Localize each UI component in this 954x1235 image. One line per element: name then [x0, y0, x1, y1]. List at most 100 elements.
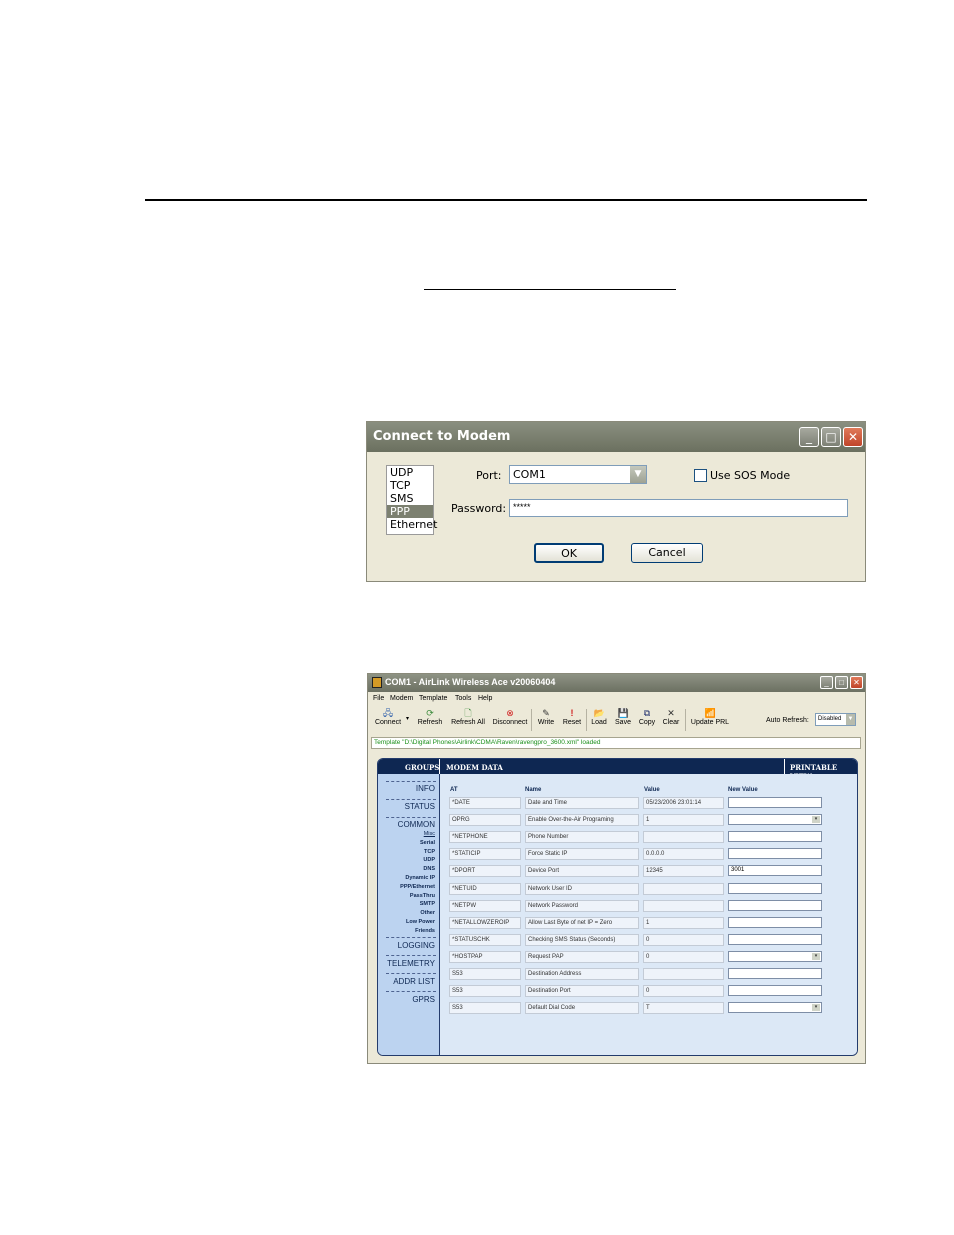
new-value-input[interactable]	[728, 985, 822, 996]
auto-refresh-select[interactable]: Disabled ▼	[815, 713, 856, 726]
sos-mode-checkbox[interactable]	[694, 469, 707, 482]
new-value-input[interactable]	[728, 968, 822, 979]
new-value-select[interactable]: ▾	[728, 951, 822, 962]
menu-file[interactable]: File	[373, 695, 384, 702]
chevron-down-icon[interactable]: ▾	[812, 1004, 820, 1011]
maximize-icon[interactable]: □	[835, 676, 848, 689]
new-value-input[interactable]	[728, 883, 822, 894]
value-cell: 0	[643, 951, 724, 963]
name-cell: Device Port	[525, 865, 639, 877]
window-title-bar[interactable]: COM1 - AirLink Wireless Ace v20060404 _ …	[368, 674, 865, 692]
name-cell: Network User ID	[525, 883, 639, 895]
update-prl-icon: 📶	[704, 708, 716, 718]
connect-button[interactable]: 🖧 Connect	[373, 708, 403, 726]
new-value-input[interactable]	[728, 848, 822, 859]
port-select[interactable]: COM1 ▼	[509, 465, 647, 484]
subgroup-low-power[interactable]: Low Power	[406, 919, 435, 925]
password-field[interactable]: *****	[509, 499, 848, 517]
maximize-icon[interactable]: □	[821, 427, 841, 447]
chevron-down-icon[interactable]: ▾	[812, 816, 820, 823]
name-cell: Phone Number	[525, 831, 639, 843]
new-value-input[interactable]	[728, 934, 822, 945]
disconnect-button[interactable]: ⊗ Disconnect	[492, 708, 528, 726]
subgroup-dynamic-ip[interactable]: Dynamic IP	[405, 875, 435, 881]
dialog-title: Connect to Modem	[373, 429, 511, 444]
subgroup-serial[interactable]: Serial	[420, 840, 435, 846]
subgroup-other[interactable]: Other	[420, 910, 435, 916]
subgroup-friends[interactable]: Friends	[415, 928, 435, 934]
write-icon: ✎	[542, 708, 550, 718]
protocol-item-tcp[interactable]: TCP	[387, 479, 433, 492]
new-value-select[interactable]: ▾	[728, 1002, 822, 1013]
chevron-down-icon[interactable]: ▼	[630, 466, 646, 483]
protocol-item-ethernet[interactable]: Ethernet	[387, 518, 437, 531]
new-value-input[interactable]	[728, 831, 822, 842]
refresh-all-button[interactable]: 🗋 Refresh All	[450, 708, 486, 726]
new-value-input[interactable]	[728, 917, 822, 928]
app-icon	[372, 677, 382, 688]
refresh-button[interactable]: ⟳ Refresh	[416, 708, 444, 726]
protocol-item-udp[interactable]: UDP	[387, 466, 433, 479]
clear-button[interactable]: ✕ Clear	[662, 708, 680, 726]
group-addr-list[interactable]: ADDR LIST	[393, 977, 435, 986]
protocol-list[interactable]: UDP TCP SMS PPP Ethernet	[386, 465, 437, 535]
value-cell: 0.0.0.0	[643, 848, 724, 860]
protocol-item-sms[interactable]: SMS	[387, 492, 433, 505]
group-logging[interactable]: LOGGING	[398, 941, 435, 950]
subgroup-passthru[interactable]: PassThru	[410, 893, 435, 899]
at-cell: S53	[449, 985, 521, 997]
minimize-icon[interactable]: _	[799, 427, 819, 447]
save-label: Save	[615, 719, 631, 726]
new-value-input[interactable]: 3001	[728, 865, 822, 876]
group-info[interactable]: INFO	[416, 784, 435, 793]
menu-tools[interactable]: Tools	[455, 695, 471, 702]
write-button[interactable]: ✎ Write	[536, 708, 556, 726]
name-cell: Request PAP	[525, 951, 639, 963]
name-cell: Checking SMS Status (Seconds)	[525, 934, 639, 946]
reset-icon: !	[570, 708, 574, 718]
subgroup-misc[interactable]: Misc	[424, 831, 435, 837]
menu-help[interactable]: Help	[478, 695, 492, 702]
auto-refresh-label: Auto Refresh:	[766, 717, 809, 724]
new-value-input[interactable]	[728, 900, 822, 911]
chevron-down-icon[interactable]: ▼	[846, 714, 855, 725]
column-header-name: Name	[525, 787, 542, 793]
minimize-icon[interactable]: _	[820, 676, 833, 689]
toolbar-separator	[586, 709, 587, 731]
protocol-item-ppp[interactable]: PPP	[387, 505, 433, 518]
at-cell: *STATUSCHK	[449, 934, 521, 946]
load-button[interactable]: 📂 Load	[590, 708, 608, 726]
ok-button[interactable]: OK	[534, 543, 604, 563]
close-icon[interactable]: ✕	[850, 676, 863, 689]
menu-modem[interactable]: Modem	[390, 695, 413, 702]
subgroup-ppp-ethernet[interactable]: PPP/Ethernet	[400, 884, 435, 890]
name-cell: Force Static IP	[525, 848, 639, 860]
group-gprs[interactable]: GPRS	[412, 995, 435, 1004]
copy-button[interactable]: ⧉ Copy	[638, 708, 656, 726]
toolbar-separator	[685, 709, 686, 731]
close-icon[interactable]: ✕	[843, 427, 863, 447]
new-value-select[interactable]: ▾	[728, 814, 822, 825]
reset-button[interactable]: ! Reset	[561, 708, 583, 726]
subgroup-smtp[interactable]: SMTP	[420, 901, 435, 907]
dialog-title-bar[interactable]: Connect to Modem _ □ ✕	[367, 422, 865, 452]
value-cell	[643, 968, 724, 980]
connect-dropdown-icon[interactable]: ▾	[406, 715, 409, 722]
new-value-input[interactable]	[728, 797, 822, 808]
modem-data-header: MODEM DATA	[446, 763, 503, 772]
save-button[interactable]: 💾 Save	[614, 708, 632, 726]
update-prl-button[interactable]: 📶 Update PRL	[690, 708, 730, 726]
group-status[interactable]: STATUS	[405, 802, 435, 811]
chevron-down-icon[interactable]: ▾	[812, 953, 820, 960]
connect-label: Connect	[374, 719, 402, 726]
group-common[interactable]: COMMON	[398, 820, 435, 829]
name-cell: Date and Time	[525, 797, 639, 809]
menu-template[interactable]: Template	[419, 695, 447, 702]
subgroup-udp[interactable]: UDP	[423, 857, 435, 863]
subgroup-tcp[interactable]: TCP	[424, 849, 435, 855]
cancel-button[interactable]: Cancel	[631, 543, 703, 563]
subgroup-dns[interactable]: DNS	[423, 866, 435, 872]
group-divider	[386, 991, 436, 992]
group-telemetry[interactable]: TELEMETRY	[387, 959, 435, 968]
modem-data-table: AT Name Value New Value *DATE Date and Ti…	[440, 774, 857, 1055]
